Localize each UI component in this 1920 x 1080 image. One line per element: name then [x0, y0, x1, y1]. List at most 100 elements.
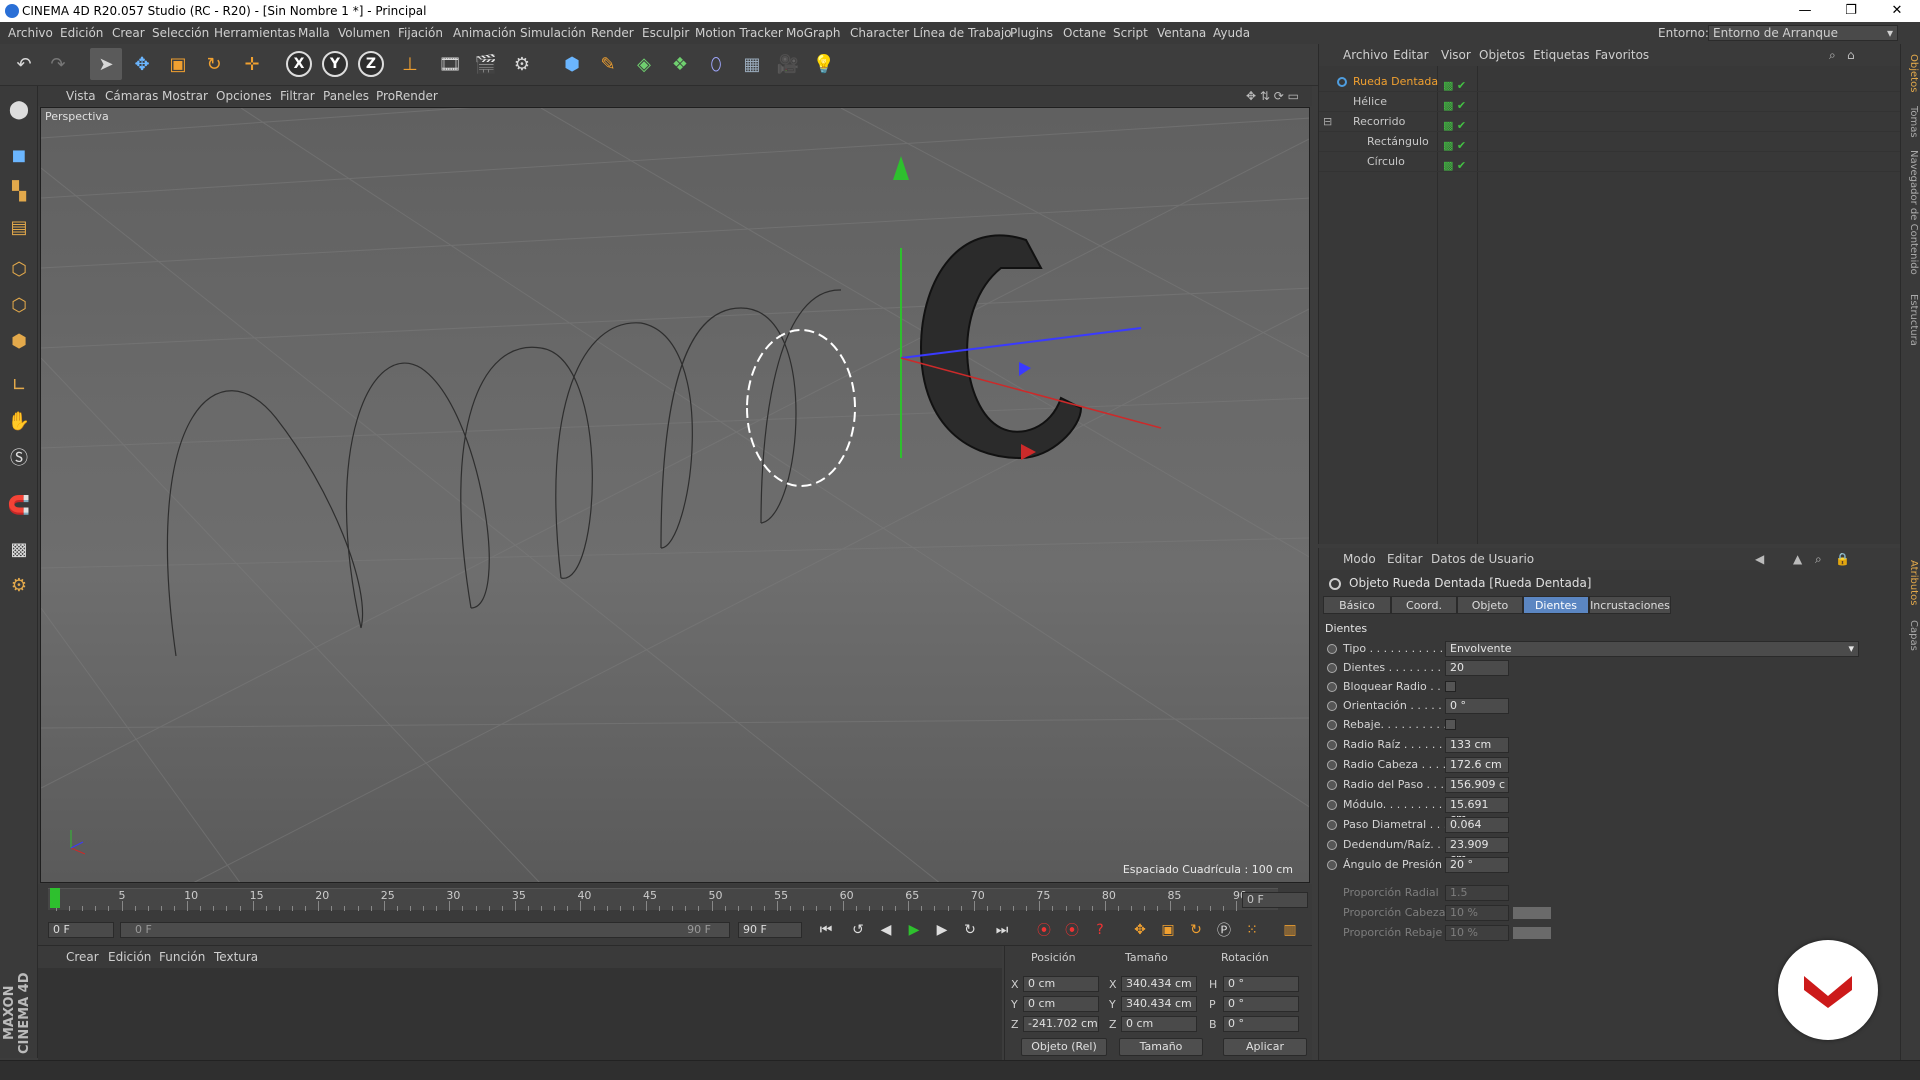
- rebaje-checkbox[interactable]: [1445, 719, 1456, 730]
- next-key-icon[interactable]: ↻: [958, 919, 982, 941]
- scale-icon[interactable]: ▣: [162, 48, 194, 80]
- points-mode-icon[interactable]: ⬡: [4, 254, 34, 284]
- range-slider[interactable]: 0 F 90 F: [120, 922, 730, 938]
- undo-icon[interactable]: ↶: [8, 48, 40, 80]
- objmgr-menu-visor[interactable]: Visor: [1441, 44, 1471, 66]
- side-tab-tomas[interactable]: Tomas: [1903, 106, 1919, 138]
- key-rotation-icon[interactable]: ↻: [1184, 919, 1208, 941]
- viewport-menu-prorender[interactable]: ProRender: [376, 86, 438, 106]
- rotate-icon[interactable]: ↻: [198, 48, 230, 80]
- keyframe-dot-icon[interactable]: [1327, 860, 1337, 870]
- orientacion-input[interactable]: 0 °: [1445, 698, 1509, 714]
- coordinate-system-icon[interactable]: ⊥: [394, 48, 426, 80]
- keyframe-selection-icon[interactable]: ?: [1088, 919, 1112, 941]
- size-x-field[interactable]: 340.434 cm: [1121, 976, 1197, 992]
- object-row-rectangulo[interactable]: Rectángulo ▩ ✔: [1319, 132, 1901, 152]
- keyframe-dot-icon[interactable]: [1327, 780, 1337, 790]
- tab-coord[interactable]: Coord.: [1391, 596, 1457, 614]
- timeline[interactable]: 051015202530354045505560657075808590 0 F: [38, 884, 1312, 914]
- current-frame-field[interactable]: 0 F: [48, 922, 114, 938]
- redo-icon[interactable]: ↷: [42, 48, 74, 80]
- menu-edicion[interactable]: Edición: [60, 22, 103, 44]
- go-to-end-icon[interactable]: ⏭: [990, 919, 1014, 941]
- key-position-icon[interactable]: ✥: [1128, 919, 1152, 941]
- menu-fijacion[interactable]: Fijación: [398, 22, 443, 44]
- live-select-icon[interactable]: ✛: [236, 48, 268, 80]
- keyframe-dot-icon[interactable]: [1327, 740, 1337, 750]
- objmgr-menu-favoritos[interactable]: Favoritos: [1595, 44, 1649, 66]
- pen-icon[interactable]: ✎: [592, 48, 624, 80]
- perspective-viewport[interactable]: Perspectiva Espaciado Cuadrícula : 100 c…: [40, 107, 1310, 883]
- keyframe-dot-icon[interactable]: [1327, 820, 1337, 830]
- subdivision-icon[interactable]: ◈: [628, 48, 660, 80]
- menu-character[interactable]: Character: [850, 22, 909, 44]
- menu-plugins[interactable]: Plugins: [1010, 22, 1053, 44]
- next-frame-icon[interactable]: ▶: [930, 919, 954, 941]
- array-icon[interactable]: ❖: [664, 48, 696, 80]
- tab-incrustaciones[interactable]: Incrustaciones: [1589, 596, 1671, 614]
- environment-dropdown[interactable]: Entorno de Arranque ▾: [1708, 25, 1898, 41]
- home-icon[interactable]: ⌂: [1847, 44, 1855, 66]
- keyframe-dot-icon[interactable]: [1327, 644, 1337, 654]
- rot-p-field[interactable]: 0 °: [1223, 996, 1299, 1012]
- search-icon[interactable]: ⌕: [1829, 44, 1836, 66]
- playhead[interactable]: [50, 888, 60, 908]
- menu-mograph[interactable]: MoGraph: [786, 22, 841, 44]
- menu-octane[interactable]: Octane: [1063, 22, 1106, 44]
- cube-icon[interactable]: ⬢: [556, 48, 588, 80]
- viewport-menu-filtrar[interactable]: Filtrar: [280, 86, 315, 106]
- keyframe-dot-icon[interactable]: [1327, 720, 1337, 730]
- coordinate-mode-dropdown[interactable]: Objeto (Rel): [1021, 1038, 1107, 1056]
- menu-esculpir[interactable]: Esculpir: [642, 22, 689, 44]
- side-tab-atributos[interactable]: Atributos: [1903, 560, 1919, 605]
- keyframe-dot-icon[interactable]: [1327, 800, 1337, 810]
- close-button[interactable]: ✕: [1874, 0, 1920, 22]
- model-mode-icon[interactable]: ◼: [4, 140, 34, 170]
- rot-b-field[interactable]: 0 °: [1223, 1016, 1299, 1032]
- pos-x-field[interactable]: 0 cm: [1023, 976, 1099, 992]
- key-pla-icon[interactable]: ⁙: [1240, 919, 1264, 941]
- axis-mode-icon[interactable]: ∟: [4, 370, 34, 400]
- menu-volumen[interactable]: Volumen: [338, 22, 390, 44]
- deformer-icon[interactable]: ⬯: [700, 48, 732, 80]
- pos-y-field[interactable]: 0 cm: [1023, 996, 1099, 1012]
- menu-herramientas[interactable]: Herramientas: [214, 22, 296, 44]
- angulo-de-presion-input[interactable]: 20 °: [1445, 857, 1509, 873]
- side-tab-estructura[interactable]: Estructura: [1903, 294, 1919, 346]
- back-arrow-icon[interactable]: ◀: [1755, 548, 1764, 570]
- rot-h-field[interactable]: 0 °: [1223, 976, 1299, 992]
- side-tab-objetos[interactable]: Objetos: [1903, 54, 1919, 92]
- attr-menu-modo[interactable]: Modo: [1343, 548, 1376, 570]
- objmgr-menu-editar[interactable]: Editar: [1393, 44, 1429, 66]
- material-menu-edicion[interactable]: Edición: [108, 946, 151, 968]
- object-row-helice[interactable]: Hélice ▩ ✔: [1319, 92, 1901, 112]
- tweak-mode-icon[interactable]: ✋: [4, 406, 34, 436]
- menu-motion-tracker[interactable]: Motion Tracker: [695, 22, 783, 44]
- z-axis-arrow-icon[interactable]: [1019, 362, 1031, 376]
- keyframe-dot-icon[interactable]: [1327, 682, 1337, 692]
- timeline-ruler[interactable]: 051015202530354045505560657075808590: [48, 888, 1278, 911]
- keyframe-dot-icon[interactable]: [1327, 701, 1337, 711]
- size-y-field[interactable]: 340.434 cm: [1121, 996, 1197, 1012]
- light-icon[interactable]: 💡: [808, 48, 840, 80]
- tipo-dropdown[interactable]: Envolvente ▾: [1445, 641, 1859, 657]
- material-menu-textura[interactable]: Textura: [214, 946, 258, 968]
- quantize-icon[interactable]: ⚙: [4, 570, 34, 600]
- y-axis-arrow-icon[interactable]: [893, 156, 909, 180]
- play-icon[interactable]: ▶: [902, 919, 926, 941]
- solo-mode-icon[interactable]: Ⓢ: [4, 442, 34, 472]
- select-arrow-icon[interactable]: ➤: [90, 48, 122, 80]
- minimize-button[interactable]: —: [1782, 0, 1828, 22]
- visibility-check-icon[interactable]: ▩ ✔: [1443, 156, 1466, 176]
- go-to-start-icon[interactable]: ⏮: [814, 919, 838, 941]
- bloquear-radio-checkbox[interactable]: [1445, 681, 1456, 692]
- size-z-field[interactable]: 0 cm: [1121, 1016, 1197, 1032]
- key-scale-icon[interactable]: ▣: [1156, 919, 1180, 941]
- make-editable-icon[interactable]: ⬤: [4, 94, 34, 124]
- material-menu-funcion[interactable]: Función: [159, 946, 205, 968]
- material-menu-crear[interactable]: Crear: [66, 946, 99, 968]
- autokey-icon[interactable]: ⦿: [1060, 919, 1084, 941]
- axis-y-lock-button[interactable]: Y: [322, 51, 348, 77]
- menu-linea-de-trabajo[interactable]: Línea de Trabajo: [913, 22, 1012, 44]
- viewport-menu-opciones[interactable]: Opciones: [216, 86, 272, 106]
